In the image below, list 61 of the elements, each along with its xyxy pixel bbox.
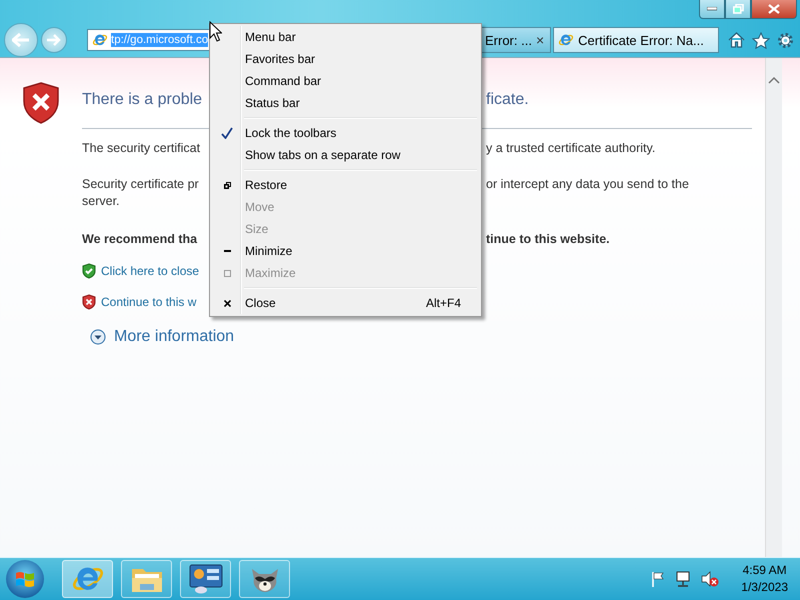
network-icon[interactable] [675, 571, 692, 587]
tab-title: Certificate Error: Na... [578, 32, 704, 48]
error-heading: There is a proble [82, 91, 204, 109]
body-text: y a trusted certificate authority. [486, 141, 656, 155]
restore-icon [732, 4, 744, 14]
close-icon [768, 4, 780, 14]
flag-icon[interactable] [651, 571, 666, 587]
tab-title: Error: ... [485, 32, 532, 48]
restore-button[interactable] [725, 0, 751, 19]
menu-item[interactable]: Status bar [212, 92, 479, 114]
menu-item[interactable]: Restore [212, 174, 479, 196]
ie-icon [92, 32, 108, 48]
error-heading: ficate. [486, 91, 529, 109]
body-text: Security certificate pr [82, 177, 200, 191]
ie-icon [558, 32, 574, 48]
minimize-button[interactable] [699, 0, 725, 19]
close-tab-button[interactable]: × [536, 32, 544, 48]
star-icon[interactable] [752, 32, 770, 48]
recommendation-text: tinue to this website. [486, 232, 610, 246]
expand-icon[interactable] [90, 329, 106, 345]
shield-x-icon [22, 82, 60, 124]
clock-date: 1/3/2023 [741, 579, 788, 596]
windows-logo-icon [15, 570, 35, 588]
back-button[interactable] [4, 23, 38, 57]
menu-item[interactable]: Minimize [212, 240, 479, 262]
forward-button[interactable] [41, 27, 67, 53]
shield-check-icon [82, 263, 96, 279]
control-panel-icon [188, 564, 222, 594]
volume-muted-icon[interactable] [701, 571, 720, 587]
clock-time: 4:59 AM [742, 562, 788, 579]
restore-icon [224, 182, 230, 188]
taskbar-button[interactable] [239, 560, 290, 598]
body-text: or intercept any data you send to the [486, 177, 689, 191]
maximize-icon [224, 270, 230, 276]
close-icon [224, 300, 230, 306]
menu-item[interactable]: Lock the toolbars [212, 122, 479, 144]
more-information-link[interactable]: More information [114, 328, 234, 346]
settings-icon[interactable] [777, 32, 794, 48]
arrow-left-icon [12, 33, 30, 47]
home-icon[interactable] [728, 32, 745, 48]
scrollbar[interactable] [765, 58, 782, 558]
menu-item[interactable]: Close Alt+F4 [212, 292, 479, 314]
shield-x-icon [82, 294, 96, 310]
browser-tab[interactable]: Certificate Error: Na... [553, 27, 720, 53]
browser-tab[interactable]: Error: ... × [480, 27, 552, 53]
minimize-icon [707, 7, 717, 11]
recommendation-text: We recommend tha [82, 232, 198, 246]
close-button[interactable] [751, 0, 797, 19]
menu-item[interactable]: Favorites bar [212, 48, 479, 70]
link[interactable]: Click here to close [101, 264, 200, 278]
link[interactable]: Continue to this w [101, 295, 196, 309]
menu-item[interactable]: Show tabs on a separate row [212, 144, 479, 166]
scroll-up-icon[interactable] [768, 76, 780, 84]
arrow-right-icon [47, 34, 61, 46]
menu-item[interactable]: Command bar [212, 70, 479, 92]
taskbar-button[interactable] [180, 560, 231, 598]
body-text: server. [82, 194, 120, 208]
minimize-icon [224, 250, 230, 252]
body-text: The security certificat [82, 141, 202, 155]
start-button[interactable] [6, 560, 44, 598]
url-text: tp://go.microsoft.co [111, 33, 208, 47]
